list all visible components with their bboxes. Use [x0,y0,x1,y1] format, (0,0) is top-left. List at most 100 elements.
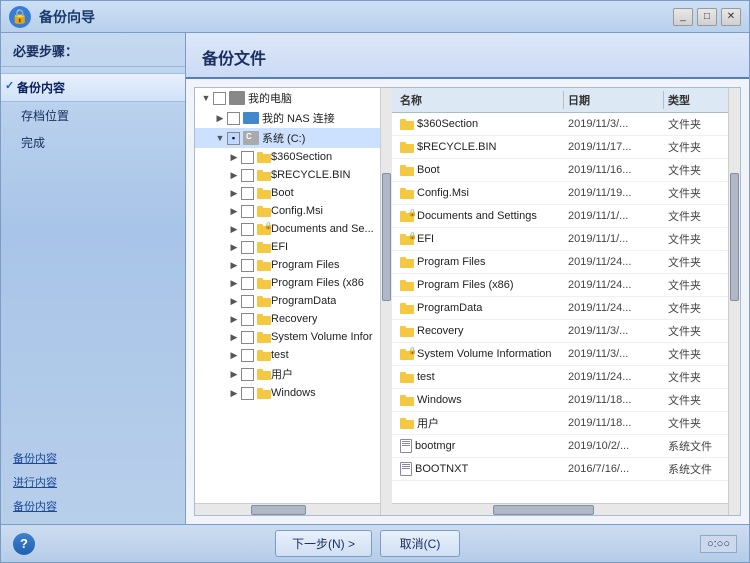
next-button[interactable]: 下一步(N) > [275,530,372,557]
sidebar-item-complete[interactable]: 完成 [1,129,185,156]
tree-item-recycle[interactable]: ▶ $RECYCLE.BIN [195,166,380,184]
expander-test[interactable]: ▶ [227,348,241,362]
tree-item-windows[interactable]: ▶ Windows [195,384,380,402]
file-row[interactable]: test 2019/11/24... 文件夹 [392,366,728,389]
tree-item-documents[interactable]: ▶ 🔒 Documents and Se... [195,220,380,238]
file-row[interactable]: Program Files (x86) 2019/11/24... 文件夹 [392,274,728,297]
cancel-button[interactable]: 取消(C) [380,530,460,557]
folder-icon-test [257,350,271,361]
expander-360[interactable]: ▶ [227,150,241,164]
label-efi: EFI [271,241,288,253]
file-row[interactable]: Windows 2019/11/18... 文件夹 [392,389,728,412]
minimize-button[interactable]: _ [673,8,693,26]
checkbox-pfx86[interactable] [241,277,254,290]
file-row[interactable]: Config.Msi 2019/11/19... 文件夹 [392,182,728,205]
tree-item-my-computer[interactable]: ▼ 我的电脑 [195,88,380,108]
checkbox-configmsi[interactable] [241,205,254,218]
sidebar-link-1[interactable]: 备份内容 [9,448,177,468]
tree-item-boot[interactable]: ▶ Boot [195,184,380,202]
file-row[interactable]: 🔒 Documents and Settings 2019/11/1/... 文… [392,205,728,228]
tree-item-system-c[interactable]: ▼ ▪ 系统 (C:) [195,128,380,148]
expander-pfx86[interactable]: ▶ [227,276,241,290]
file-row[interactable]: 用户 2019/11/18... 文件夹 [392,412,728,435]
tree-item-efi[interactable]: ▶ EFI [195,238,380,256]
checkbox-recycle[interactable] [241,169,254,182]
help-button[interactable]: ? [13,533,35,555]
checkbox-pf[interactable] [241,259,254,272]
checkbox-documents[interactable] [241,223,254,236]
close-button[interactable]: ✕ [721,8,741,26]
main-area: 必要步骤： 备份内容 存档位置 完成 备份内容 进行内容 备份内容 备份文件 [1,33,749,524]
checkbox-nas[interactable] [227,112,240,125]
file-list-body[interactable]: $360Section 2019/11/3/... 文件夹 $RECYCLE.B… [392,113,728,503]
tree-item-programfiles[interactable]: ▶ Program Files [195,256,380,274]
file-list-v-scrollbar[interactable] [728,88,740,515]
checkbox-system-c[interactable]: ▪ [227,132,240,145]
file-row[interactable]: Recovery 2019/11/3/... 文件夹 [392,320,728,343]
folder-icon-users [257,369,271,380]
checkbox-test[interactable] [241,349,254,362]
expander-users[interactable]: ▶ [227,367,241,381]
tree-item-recovery[interactable]: ▶ Recovery [195,310,380,328]
sidebar-item-storage-location[interactable]: 存档位置 [1,102,185,129]
sidebar-link-3[interactable]: 备份内容 [9,496,177,516]
checkbox-recovery[interactable] [241,313,254,326]
expander-windows[interactable]: ▶ [227,386,241,400]
checkbox-360[interactable] [241,151,254,164]
tree-v-scrollbar[interactable] [380,88,392,515]
file-row[interactable]: Program Files 2019/11/24... 文件夹 [392,251,728,274]
folder-icon-recovery [257,314,271,325]
expander-my-computer[interactable]: ▼ [199,91,213,105]
expander-documents[interactable]: ▶ [227,222,241,236]
tree-item-users[interactable]: ▶ 用户 [195,364,380,384]
tree-h-scrollbar[interactable] [195,503,380,515]
tree-item-programfiles-x86[interactable]: ▶ Program Files (x86 [195,274,380,292]
file-list-v-scrollbar-thumb [730,173,739,301]
checkbox-users[interactable] [241,368,254,381]
expander-nas[interactable]: ▶ [213,111,227,125]
expander-pf[interactable]: ▶ [227,258,241,272]
file-row[interactable]: 🔒 EFI 2019/11/1/... 文件夹 [392,228,728,251]
tree-item-test[interactable]: ▶ test [195,346,380,364]
file-row[interactable]: Boot 2019/11/16... 文件夹 [392,159,728,182]
expander-configmsi[interactable]: ▶ [227,204,241,218]
file-date-cell: 2019/11/3/... [564,347,664,361]
tree-item-programdata[interactable]: ▶ ProgramData [195,292,380,310]
file-list-h-scrollbar[interactable] [392,503,728,515]
footer-left: ? [13,533,35,555]
tree-item-sysvol[interactable]: ▶ System Volume Infor [195,328,380,346]
expander-efi[interactable]: ▶ [227,240,241,254]
sidebar-link-2[interactable]: 进行内容 [9,472,177,492]
expander-boot[interactable]: ▶ [227,186,241,200]
tree-item-nas[interactable]: ▶ 我的 NAS 连接 [195,108,380,128]
tree-item-360section[interactable]: ▶ $360Section [195,148,380,166]
checkbox-boot[interactable] [241,187,254,200]
file-row[interactable]: $RECYCLE.BIN 2019/11/17... 文件夹 [392,136,728,159]
folder-icon-r10 [400,326,414,337]
tree-panel[interactable]: ▼ 我的电脑 ▶ 我的 NAS 连接 [195,88,380,503]
checkbox-efi[interactable] [241,241,254,254]
sidebar-item-backup-content[interactable]: 备份内容 [1,73,185,102]
file-row[interactable]: $360Section 2019/11/3/... 文件夹 [392,113,728,136]
checkbox-sysvol[interactable] [241,331,254,344]
label-boot: Boot [271,187,294,199]
file-row[interactable]: bootmgr 2019/10/2/... 系统文件 [392,435,728,458]
maximize-button[interactable]: □ [697,8,717,26]
tree-item-configmsi[interactable]: ▶ Config.Msi [195,202,380,220]
folder-icon-recycle [257,170,271,181]
file-date-cell: 2019/11/17... [564,140,664,154]
file-row[interactable]: ProgramData 2019/11/24... 文件夹 [392,297,728,320]
expander-sysvol[interactable]: ▶ [227,330,241,344]
file-date-cell: 2016/7/16/... [564,462,664,476]
file-row[interactable]: BOOTNXT 2016/7/16/... 系统文件 [392,458,728,481]
expander-pd[interactable]: ▶ [227,294,241,308]
file-row[interactable]: 🔒 System Volume Information 2019/11/3/..… [392,343,728,366]
checkbox-windows[interactable] [241,387,254,400]
expander-system-c[interactable]: ▼ [213,131,227,145]
checkbox-pd[interactable] [241,295,254,308]
header-type: 类型 [664,91,724,109]
footer: ? 下一步(N) > 取消(C) ○:○○ [1,524,749,562]
expander-recovery[interactable]: ▶ [227,312,241,326]
checkbox-my-computer[interactable] [213,92,226,105]
expander-recycle[interactable]: ▶ [227,168,241,182]
